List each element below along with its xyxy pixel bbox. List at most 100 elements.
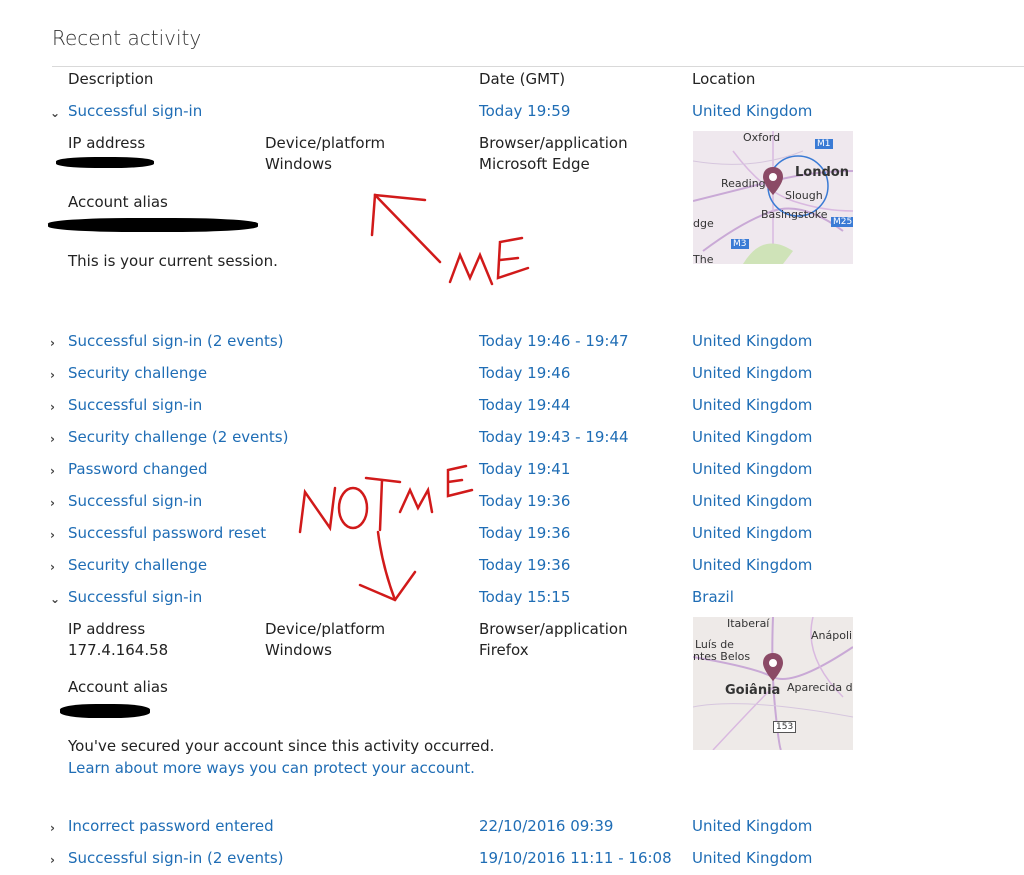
activity-location[interactable]: United Kingdom (692, 102, 812, 120)
activity-row[interactable]: › Security challenge Today 19:36 United Kin… (0, 556, 1024, 582)
activity-description[interactable]: Security challenge (68, 556, 207, 574)
activity-location[interactable]: United Kingdom (692, 460, 812, 478)
map-road-badge: 153 (773, 721, 797, 733)
column-header-date: Date (GMT) (479, 70, 566, 88)
activity-location[interactable]: United Kingdom (692, 556, 812, 574)
device-platform-value: Windows (265, 641, 332, 659)
page-title: Recent activity (52, 26, 202, 50)
protect-account-link[interactable]: Learn about more ways you can protect yo… (68, 759, 475, 777)
chevron-right-icon[interactable]: › (50, 821, 62, 835)
map-pin-icon (763, 653, 783, 681)
activity-row-expanded-brazil[interactable]: ⌄ Successful sign-in Today 15:15 Brazil (0, 588, 1024, 614)
activity-location[interactable]: United Kingdom (692, 396, 812, 414)
activity-row-expanded-current[interactable]: ⌄ Successful sign-in Today 19:59 United … (0, 102, 1024, 128)
activity-time[interactable]: 19/10/2016 11:11 - 16:08 (479, 849, 672, 867)
title-divider (52, 66, 1024, 67)
browser-application-label: Browser/application (479, 620, 628, 638)
activity-location[interactable]: United Kingdom (692, 817, 812, 835)
map-label: dge (693, 217, 714, 230)
chevron-right-icon[interactable]: › (50, 368, 62, 382)
map-road-badge: M25 (831, 217, 853, 227)
device-platform-value: Windows (265, 155, 332, 173)
chevron-right-icon[interactable]: › (50, 464, 62, 478)
chevron-right-icon[interactable]: › (50, 853, 62, 867)
chevron-down-icon[interactable]: ⌄ (50, 106, 62, 120)
activity-row[interactable]: › Successful sign-in Today 19:36 United Kin… (0, 492, 1024, 518)
activity-row[interactable]: › Successful sign-in Today 19:44 United Kin… (0, 396, 1024, 422)
activity-description[interactable]: Successful sign-in (2 events) (68, 332, 284, 350)
activity-time[interactable]: Today 19:43 - 19:44 (479, 428, 629, 446)
map-label: Anápoli (811, 629, 853, 642)
redacted-ip-scribble (56, 157, 154, 168)
chevron-right-icon[interactable]: › (50, 560, 62, 574)
activity-description[interactable]: Password changed (68, 460, 208, 478)
ip-address-label: IP address (68, 620, 146, 638)
chevron-right-icon[interactable]: › (50, 528, 62, 542)
map-label: Aparecida de (787, 681, 853, 694)
ip-address-label: IP address (68, 134, 146, 152)
activity-row[interactable]: › Security challenge Today 19:46 United Kin… (0, 364, 1024, 390)
map-road-badge: M1 (815, 139, 833, 149)
account-alias-label: Account alias (68, 193, 168, 211)
map-roads-uk (693, 131, 853, 264)
activity-row[interactable]: › Security challenge (2 events) Today 19:4… (0, 428, 1024, 454)
device-platform-label: Device/platform (265, 134, 386, 152)
activity-row[interactable]: › Successful sign-in (2 events) 19/10/2016… (0, 849, 1024, 875)
activity-location[interactable]: United Kingdom (692, 492, 812, 510)
column-header-location: Location (692, 70, 756, 88)
activity-description[interactable]: Successful sign-in (2 events) (68, 849, 284, 867)
map-label: Basingstoke (761, 208, 828, 221)
map-label: ntes Belos (693, 650, 751, 663)
map-road-badge: M3 (731, 239, 749, 249)
chevron-down-icon[interactable]: ⌄ (50, 592, 62, 606)
activity-location[interactable]: United Kingdom (692, 849, 812, 867)
secured-account-note: You've secured your account since this a… (68, 737, 495, 755)
location-map-uk: Oxford London Reading Slough Basingstoke… (693, 131, 853, 264)
chevron-right-icon[interactable]: › (50, 496, 62, 510)
activity-row[interactable]: › Successful password reset Today 19:36 Uni… (0, 524, 1024, 550)
activity-time[interactable]: Today 19:46 - 19:47 (479, 332, 629, 350)
activity-description[interactable]: Successful sign-in (68, 588, 202, 606)
map-label: Reading (721, 177, 766, 190)
activity-time[interactable]: Today 19:41 (479, 460, 570, 478)
activity-location[interactable]: United Kingdom (692, 364, 812, 382)
activity-description[interactable]: Incorrect password entered (68, 817, 274, 835)
activity-row[interactable]: › Successful sign-in (2 events) Today 19:4… (0, 332, 1024, 358)
activity-row[interactable]: › Incorrect password entered 22/10/2016 09… (0, 817, 1024, 843)
activity-description[interactable]: Security challenge (68, 364, 207, 382)
location-map-brazil: Itaberaí Anápoli Luís de ntes Belos Goiâ… (693, 617, 853, 750)
chevron-right-icon[interactable]: › (50, 432, 62, 446)
activity-time[interactable]: Today 19:36 (479, 492, 570, 510)
activity-time[interactable]: Today 15:15 (479, 588, 570, 606)
activity-location[interactable]: United Kingdom (692, 332, 812, 350)
browser-application-label: Browser/application (479, 134, 628, 152)
activity-time[interactable]: Today 19:44 (479, 396, 570, 414)
chevron-right-icon[interactable]: › (50, 400, 62, 414)
activity-time[interactable]: Today 19:46 (479, 364, 570, 382)
activity-description[interactable]: Successful sign-in (68, 396, 202, 414)
map-label: London (795, 165, 849, 180)
activity-time[interactable]: Today 19:36 (479, 524, 570, 542)
device-platform-label: Device/platform (265, 620, 386, 638)
activity-location[interactable]: United Kingdom (692, 428, 812, 446)
activity-time[interactable]: Today 19:36 (479, 556, 570, 574)
activity-time[interactable]: 22/10/2016 09:39 (479, 817, 613, 835)
activity-time[interactable]: Today 19:59 (479, 102, 570, 120)
map-label: Goiânia (725, 683, 781, 698)
activity-location[interactable]: United Kingdom (692, 524, 812, 542)
ip-address-value: 177.4.164.58 (68, 641, 169, 659)
map-pin-icon (763, 167, 783, 195)
map-label: The (693, 253, 714, 264)
redacted-alias-scribble (60, 704, 150, 718)
map-label: Itaberaí (727, 617, 770, 630)
activity-description[interactable]: Successful password reset (68, 524, 266, 542)
browser-application-value: Firefox (479, 641, 529, 659)
activity-location[interactable]: Brazil (692, 588, 734, 606)
redacted-alias-scribble (48, 218, 258, 232)
current-session-note: This is your current session. (68, 252, 278, 270)
activity-description[interactable]: Successful sign-in (68, 492, 202, 510)
activity-description[interactable]: Successful sign-in (68, 102, 202, 120)
activity-row[interactable]: › Password changed Today 19:41 United Kingd… (0, 460, 1024, 486)
chevron-right-icon[interactable]: › (50, 336, 62, 350)
activity-description[interactable]: Security challenge (2 events) (68, 428, 288, 446)
